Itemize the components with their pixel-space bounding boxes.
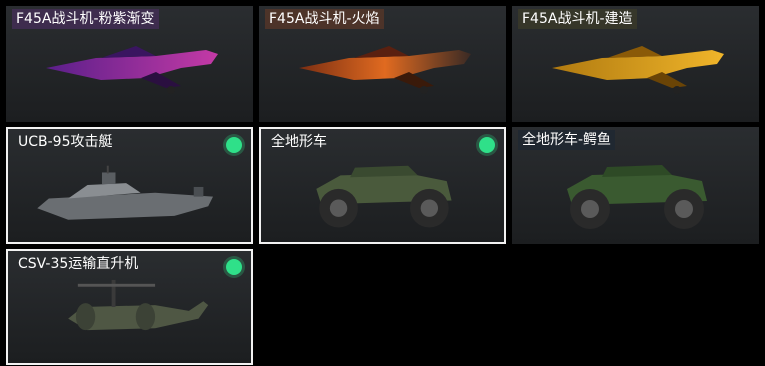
unlocked-indicator-icon: [226, 259, 242, 275]
vehicle-card-f45a-construction[interactable]: F45A战斗机-建造: [512, 6, 759, 122]
vehicle-card-atv[interactable]: 全地形车: [259, 127, 506, 244]
vehicle-name: F45A战斗机-粉紫渐变: [12, 9, 159, 29]
vehicle-name: CSV-35运输直升机: [18, 256, 139, 272]
vehicle-card-csv35-transport-helicopter[interactable]: CSV-35运输直升机: [6, 249, 253, 365]
vehicle-name: 全地形车: [271, 134, 327, 150]
unlocked-indicator-icon: [479, 137, 495, 153]
vehicle-name: F45A战斗机-建造: [518, 9, 637, 29]
vehicle-card-ucb95-attack-boat[interactable]: UCB-95攻击艇: [6, 127, 253, 244]
vehicle-card-f45a-pink-purple[interactable]: F45A战斗机-粉紫渐变: [6, 6, 253, 122]
unlocked-indicator-icon: [226, 137, 242, 153]
vehicle-card-atv-crocodile[interactable]: 全地形车-鳄鱼: [512, 127, 759, 244]
vehicle-name: F45A战斗机-火焰: [265, 9, 384, 29]
vehicle-card-f45a-flame[interactable]: F45A战斗机-火焰: [259, 6, 506, 122]
vehicle-name: UCB-95攻击艇: [18, 134, 113, 150]
vehicle-name: 全地形车-鳄鱼: [518, 130, 616, 150]
